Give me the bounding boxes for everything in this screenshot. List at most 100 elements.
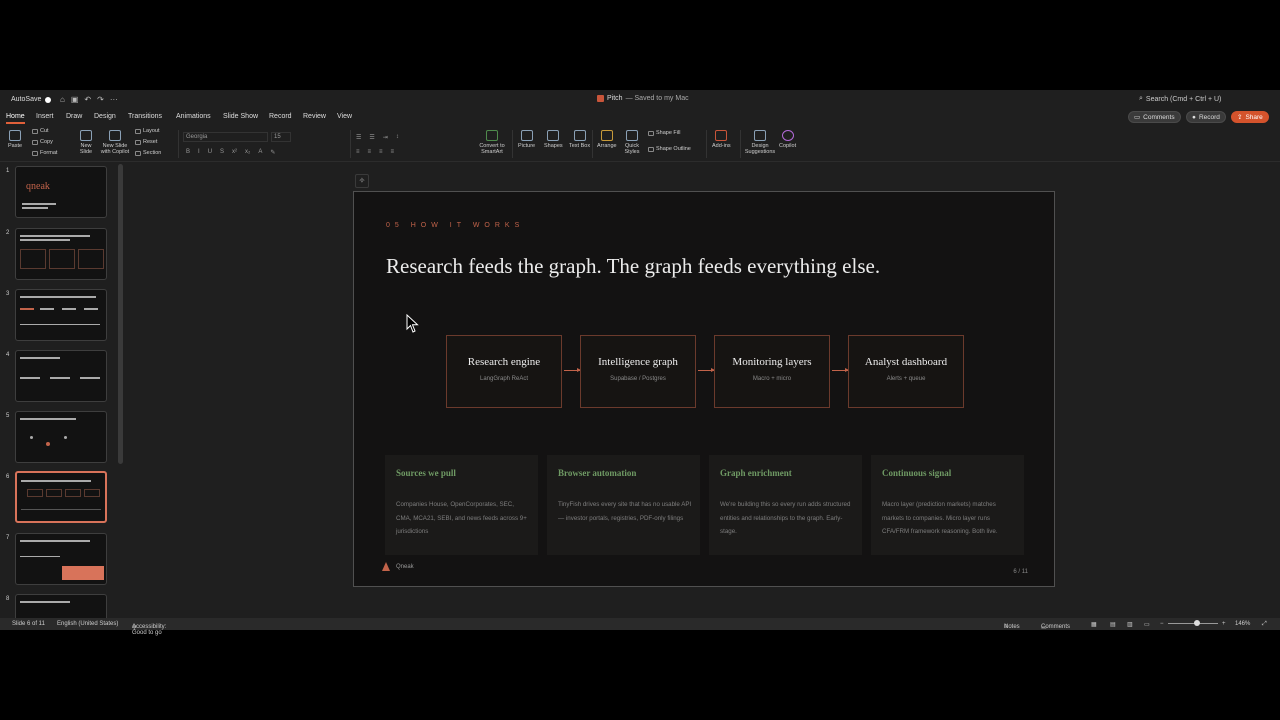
mouse-cursor-icon [406,314,419,333]
card-sources[interactable]: Sources we pull Companies House, OpenCor… [385,455,538,555]
slide-thumbnail-8[interactable] [15,594,107,620]
reset-icon [135,139,141,145]
bold-icon[interactable]: B [186,149,190,156]
undo-icon[interactable]: ↶ [84,95,91,104]
language-indicator[interactable]: English (United States) [57,621,118,627]
slide-thumbnail-2[interactable] [15,228,107,280]
reset-button[interactable]: Reset [135,139,157,145]
card-continuous-signal[interactable]: Continuous signal Macro layer (predictio… [871,455,1024,555]
card-browser-automation[interactable]: Browser automation TinyFish drives every… [547,455,700,555]
comments-button[interactable]: ▭ Comments [1128,111,1181,123]
share-button[interactable]: ⇪ Share [1231,111,1269,123]
copilot-button[interactable]: Copilot [779,130,796,149]
more-icon[interactable]: ··· [110,95,118,104]
slide-thumbnail-3[interactable] [15,289,107,341]
tab-animations[interactable]: Animations [176,113,211,120]
document-title[interactable]: Pitch — Saved to my Mac [597,95,689,102]
flow-box-analyst-dashboard[interactable]: Analyst dashboard Alerts + queue [848,335,964,408]
record-button[interactable]: ● Record [1186,111,1226,123]
home-icon[interactable]: ⌂ [60,95,65,104]
cut-button[interactable]: Cut [32,128,49,134]
section-button[interactable]: Section [135,150,161,156]
tab-home[interactable]: Home [6,113,25,124]
search-box[interactable]: ⌕ Search (Cmd + Ctrl + U) [1139,95,1221,103]
flow-box-sub: Macro + micro [752,376,792,382]
picture-icon [520,130,533,141]
slide-thumbnail-4[interactable] [15,350,107,402]
tab-record[interactable]: Record [269,113,292,120]
zoom-slider-handle[interactable] [1194,620,1200,626]
fit-slide-icon[interactable]: ⤢ [1262,621,1267,628]
font-size-select[interactable]: 15 [271,132,291,142]
layout-button[interactable]: Layout [135,128,160,134]
format-painter-button[interactable]: Format [32,150,57,156]
flow-box-monitoring-layers[interactable]: Monitoring layers Macro + micro [714,335,830,408]
addins-button[interactable]: Add-ins [712,130,731,149]
zoom-level[interactable]: 146% [1235,621,1250,627]
autosave-toggle[interactable]: AutoSave [11,96,52,103]
thumb-number: 3 [6,291,10,297]
shapes-button[interactable]: Shapes [544,130,563,149]
slide-thumbnail-6[interactable] [15,471,107,523]
convert-smartart-button[interactable]: Convert to SmartArt [478,130,506,155]
strikethrough-icon[interactable]: S [220,149,224,156]
flow-box-title: Intelligence graph [598,356,678,368]
normal-view-icon[interactable]: ▦ [1091,621,1097,628]
italic-icon[interactable]: I [198,149,200,156]
arrange-button[interactable]: Arrange [597,130,617,149]
new-slide-button[interactable]: New Slide [76,130,96,155]
flow-box-research-engine[interactable]: Research engine LangGraph ReAct [446,335,562,408]
thumbnail-scrollbar[interactable] [118,164,123,464]
reading-view-icon[interactable]: ▥ [1127,621,1133,628]
subscript-icon[interactable]: x₂ [245,149,250,156]
tab-slide-show[interactable]: Slide Show [223,113,258,120]
highlight-icon[interactable]: ✎ [270,149,275,156]
slide-thumbnail-5[interactable] [15,411,107,463]
justify-icon[interactable]: ≡ [391,149,395,155]
copy-button[interactable]: Copy [32,139,53,145]
zoom-slider[interactable] [1168,623,1218,624]
paste-button[interactable]: Paste [8,130,22,149]
ribbon-divider [178,130,179,158]
tab-transitions[interactable]: Transitions [128,113,162,120]
shape-fill-button[interactable]: Shape Fill [648,130,680,136]
new-slide-copilot-button[interactable]: New Slide with Copilot [99,130,131,155]
flow-box-intelligence-graph[interactable]: Intelligence graph Supabase / Postgres [580,335,696,408]
slideshow-icon[interactable]: ▭ [1144,621,1150,628]
design-suggestions-button[interactable]: Design Suggestions [744,130,776,155]
font-color-icon[interactable]: A [258,149,262,156]
indent-icon[interactable]: ⇥ [383,134,388,141]
zoom-in-icon[interactable]: + [1222,621,1226,627]
thumb-line [20,239,70,241]
slide-sorter-icon[interactable]: ▤ [1110,621,1116,628]
line-spacing-icon[interactable]: ↕ [396,134,399,141]
tab-draw[interactable]: Draw [66,113,82,120]
align-right-icon[interactable]: ≡ [379,149,383,155]
quick-styles-button[interactable]: Quick Styles [623,130,641,155]
save-icon[interactable]: ▣ [71,95,79,104]
bullets-icon[interactable]: ☰ [356,134,361,141]
slide-thumbnail-1[interactable]: qneak [15,166,107,218]
slide-canvas[interactable]: 05 HOW IT WORKS Research feeds the graph… [353,191,1055,587]
tab-design[interactable]: Design [94,113,116,120]
align-center-icon[interactable]: ≡ [368,149,372,155]
underline-icon[interactable]: U [208,149,212,156]
numbering-icon[interactable]: ☰ [369,134,374,141]
tab-review[interactable]: Review [303,113,326,120]
card-graph-enrichment[interactable]: Graph enrichment We're building this so … [709,455,862,555]
shape-outline-button[interactable]: Shape Outline [648,146,691,152]
thumb-line [20,601,70,603]
superscript-icon[interactable]: x² [232,149,237,156]
fill-icon [648,130,654,136]
tab-view[interactable]: View [337,113,352,120]
redo-icon[interactable]: ↷ [97,95,104,104]
designer-icon[interactable]: ✧ [355,174,369,188]
zoom-out-icon[interactable]: − [1160,621,1164,627]
align-left-icon[interactable]: ≡ [356,149,360,155]
tab-insert[interactable]: Insert [36,113,54,120]
font-family-select[interactable]: Georgia [183,132,268,142]
slide-thumbnail-7[interactable] [15,533,107,585]
textbox-button[interactable]: Text Box [569,130,590,149]
picture-button[interactable]: Picture [518,130,535,149]
shape-outline-label: Shape Outline [656,146,691,152]
